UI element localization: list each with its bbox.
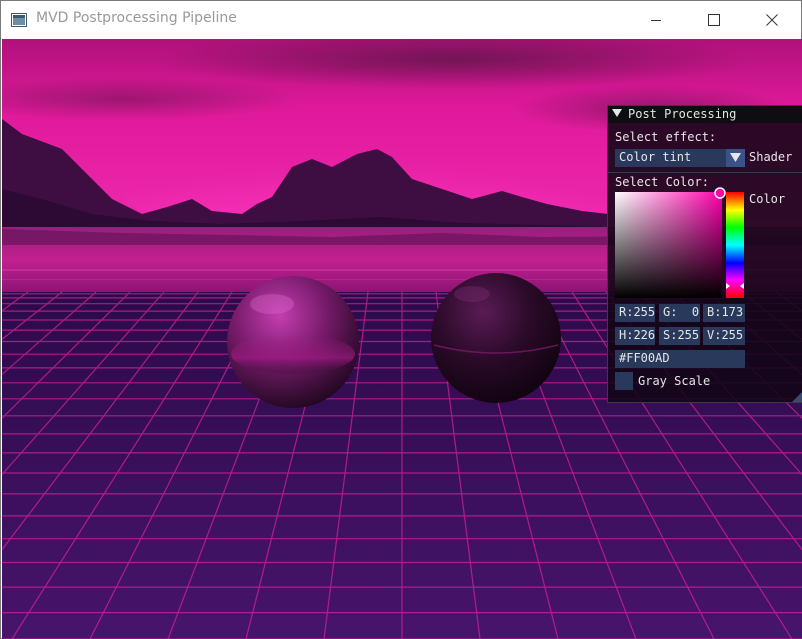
effect-combo-label: Shader bbox=[749, 150, 793, 164]
dark-sphere bbox=[431, 273, 561, 403]
maximize-button[interactable] bbox=[685, 1, 743, 38]
hex-input[interactable]: #FF00AD bbox=[615, 350, 745, 368]
value-value: V:255 bbox=[707, 328, 744, 342]
close-button[interactable] bbox=[743, 1, 801, 38]
effect-combo-value: Color tint bbox=[619, 150, 692, 164]
hue-value: H:226 bbox=[619, 328, 656, 342]
panel-title: Post Processing bbox=[628, 107, 737, 121]
select-color-label: Select Color: bbox=[615, 175, 709, 189]
saturation-value-picker[interactable] bbox=[615, 192, 722, 298]
red-value: R:255 bbox=[619, 305, 656, 319]
color-cursor-icon[interactable] bbox=[713, 186, 727, 200]
blue-field[interactable]: B:173 bbox=[703, 304, 745, 322]
select-effect-label: Select effect: bbox=[615, 130, 717, 144]
saturation-value: S:255 bbox=[663, 328, 700, 342]
green-field[interactable]: G: 0 bbox=[659, 304, 700, 322]
separator bbox=[608, 172, 802, 173]
gray-scale-checkbox[interactable] bbox=[615, 372, 633, 390]
gray-scale-label: Gray Scale bbox=[638, 374, 711, 388]
post-processing-panel[interactable]: Post Processing Select effect: Color tin… bbox=[607, 105, 802, 403]
combo-arrow-button[interactable] bbox=[726, 149, 745, 167]
app-window: MVD Postprocessing Pipeline Post Process… bbox=[0, 0, 802, 639]
panel-title-bar[interactable]: Post Processing bbox=[608, 106, 802, 123]
app-icon bbox=[11, 12, 27, 27]
effect-combo[interactable]: Color tint bbox=[615, 149, 745, 167]
hue-field[interactable]: H:226 bbox=[615, 327, 655, 345]
minimize-icon bbox=[651, 19, 661, 21]
hue-slider[interactable] bbox=[726, 192, 744, 298]
close-icon bbox=[766, 13, 778, 26]
green-value: G: 0 bbox=[663, 305, 700, 319]
blue-value: B:173 bbox=[707, 305, 744, 319]
collapse-triangle-icon[interactable] bbox=[612, 108, 622, 118]
title-bar[interactable]: MVD Postprocessing Pipeline bbox=[1, 1, 801, 38]
value-field[interactable]: V:255 bbox=[703, 327, 745, 345]
hex-value: #FF00AD bbox=[619, 351, 670, 365]
saturation-field[interactable]: S:255 bbox=[659, 327, 700, 345]
chevron-down-icon bbox=[730, 153, 741, 162]
window-title: MVD Postprocessing Pipeline bbox=[36, 10, 237, 26]
resize-grip-icon[interactable] bbox=[792, 392, 802, 402]
minimize-button[interactable] bbox=[627, 1, 685, 38]
maximize-icon bbox=[708, 13, 720, 26]
red-field[interactable]: R:255 bbox=[615, 304, 655, 322]
color-label: Color bbox=[749, 192, 786, 206]
mirror-sphere bbox=[227, 276, 359, 408]
